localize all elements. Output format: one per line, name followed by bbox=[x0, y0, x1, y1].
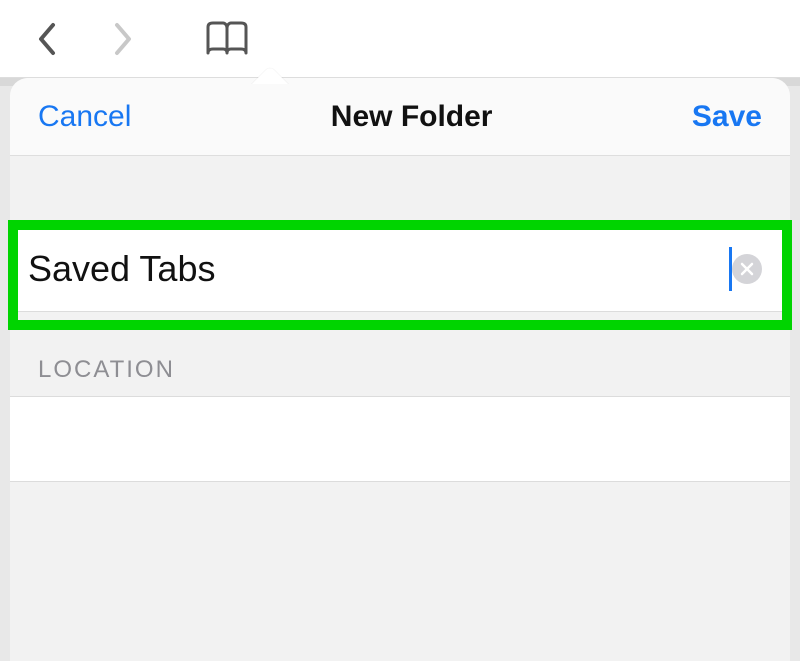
folder-name-input[interactable]: Saved Tabs bbox=[28, 248, 731, 290]
cancel-button[interactable]: Cancel bbox=[38, 100, 131, 134]
folder-name-row[interactable]: Saved Tabs bbox=[10, 226, 790, 312]
forward-button bbox=[106, 21, 142, 57]
save-button[interactable]: Save bbox=[692, 100, 762, 134]
popover-header: Cancel New Folder Save bbox=[10, 78, 790, 156]
new-folder-popover: Cancel New Folder Save Saved Tabs LOCATI… bbox=[10, 78, 790, 661]
bookmarks-icon bbox=[202, 19, 252, 59]
browser-toolbar bbox=[0, 0, 800, 78]
clear-text-button[interactable] bbox=[732, 254, 762, 284]
back-button[interactable] bbox=[28, 21, 64, 57]
location-row[interactable] bbox=[10, 396, 790, 482]
bookmarks-button[interactable] bbox=[202, 19, 252, 59]
chevron-right-icon bbox=[113, 21, 135, 57]
x-icon bbox=[740, 262, 754, 276]
location-section-label: LOCATION bbox=[10, 312, 790, 396]
chevron-left-icon bbox=[35, 21, 57, 57]
popover-title: New Folder bbox=[331, 100, 493, 134]
popover-arrow bbox=[248, 62, 292, 84]
spacer bbox=[10, 156, 790, 226]
